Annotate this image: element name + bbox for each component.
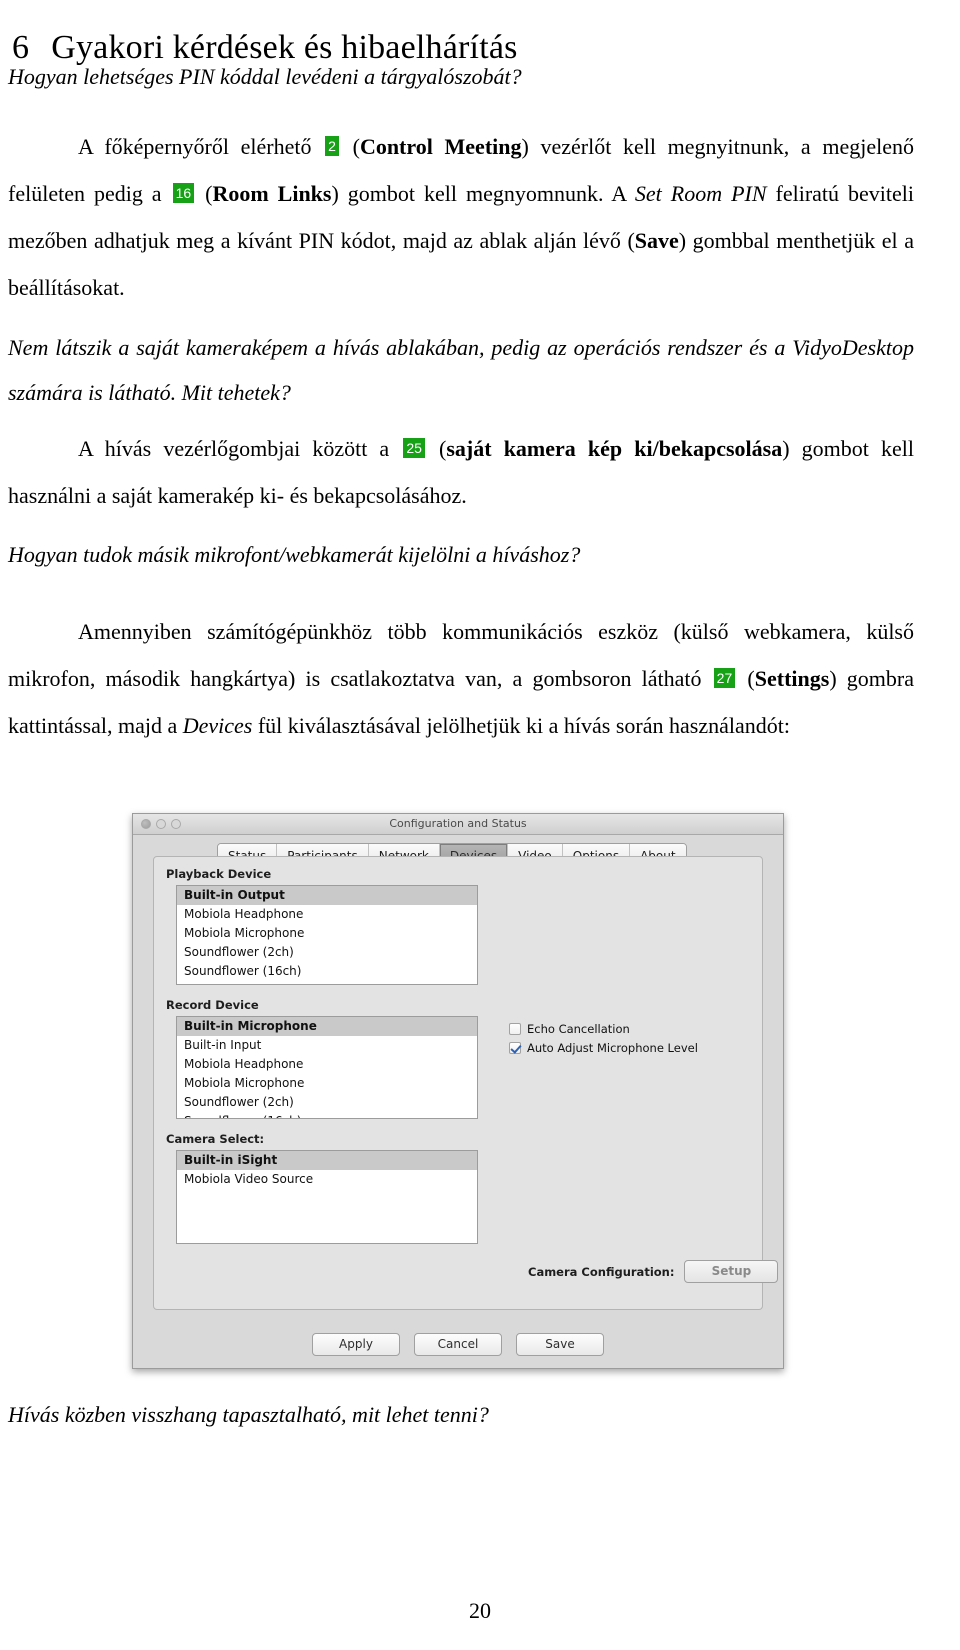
p3-bold-settings: Settings: [754, 666, 830, 691]
apply-button[interactable]: Apply: [312, 1333, 400, 1356]
p1-bold-control-meeting: Control Meeting: [359, 134, 522, 159]
p1-bold-save: Save: [634, 228, 679, 253]
dialog-footer-buttons: Apply Cancel Save: [133, 1333, 783, 1356]
echo-cancellation-checkbox[interactable]: Echo Cancellation: [509, 1022, 630, 1036]
list-item[interactable]: Built-in Output: [177, 886, 477, 905]
p3-text-2: (: [737, 666, 755, 691]
cancel-button[interactable]: Cancel: [414, 1333, 502, 1356]
faq-question-4: Hívás közben visszhang tapasztalható, mi…: [8, 1402, 489, 1427]
list-item[interactable]: Built-in iSight: [177, 1151, 477, 1170]
p3-italic-devices: Devices: [182, 713, 253, 738]
checkbox-checked-icon[interactable]: [509, 1042, 521, 1054]
p1-text-1: A főképernyőről elérhető: [78, 134, 324, 159]
playback-device-list[interactable]: Built-in Output Mobiola Headphone Mobiol…: [176, 885, 478, 985]
list-item[interactable]: Mobiola Headphone: [177, 1055, 477, 1074]
section-title: Gyakori kérdések és hibaelhárítás: [51, 28, 518, 66]
p2-bold-self-view-toggle: saját kamera kép ki/bekapcsolása: [446, 436, 783, 461]
p1-text-5: ) gombot kell megnyomnunk. A: [331, 181, 635, 206]
p1-bold-room-links: Room Links: [212, 181, 332, 206]
list-item[interactable]: Soundflower (2ch): [177, 943, 477, 962]
section-number: 6: [12, 28, 30, 66]
save-button[interactable]: Save: [516, 1333, 604, 1356]
camera-configuration-row: Camera Configuration: Setup: [528, 1260, 779, 1283]
setup-button[interactable]: Setup: [684, 1260, 779, 1283]
camera-select-label: Camera Select:: [166, 1132, 265, 1146]
camera-configuration-label: Camera Configuration:: [528, 1264, 675, 1279]
camera-select-list[interactable]: Built-in iSight Mobiola Video Source: [176, 1150, 478, 1244]
checkbox-icon[interactable]: [509, 1023, 521, 1035]
playback-device-label: Playback Device: [166, 867, 272, 881]
p2-text-1: A hívás vezérlőgombjai között a: [78, 436, 402, 461]
page-number: 20: [469, 1598, 491, 1623]
faq-question-2: Nem látszik a saját kameraképem a hívás …: [8, 335, 914, 405]
list-item[interactable]: Mobiola Headphone: [177, 905, 477, 924]
list-item[interactable]: Mobiola Microphone: [177, 924, 477, 943]
list-item[interactable]: Soundflower (16ch): [177, 962, 477, 981]
list-item[interactable]: Built-in Microphone: [177, 1017, 477, 1036]
auto-adjust-mic-level-checkbox[interactable]: Auto Adjust Microphone Level: [509, 1041, 698, 1055]
configuration-and-status-window: Configuration and Status Status Particip…: [132, 813, 784, 1369]
window-title: Configuration and Status: [389, 817, 527, 830]
p1-text-4: (: [196, 181, 213, 206]
faq-answer-2: A hívás vezérlőgombjai között a 25 (sajá…: [8, 425, 914, 519]
callout-badge-25: 25: [403, 438, 425, 458]
callout-badge-16: 16: [172, 183, 195, 203]
record-device-label: Record Device: [166, 998, 259, 1012]
faq-question-3: Hogyan tudok másik mikrofont/webkamerát …: [8, 542, 581, 567]
window-titlebar: Configuration and Status: [133, 814, 783, 835]
callout-badge-27: 27: [713, 668, 736, 688]
list-item[interactable]: Mobiola Microphone: [177, 1074, 477, 1093]
list-item[interactable]: Soundflower (2ch): [177, 1093, 477, 1112]
faq-answer-3: Amennyiben számítógépünkhöz több kommuni…: [8, 608, 914, 749]
auto-adjust-mic-level-label: Auto Adjust Microphone Level: [527, 1041, 698, 1055]
faq-answer-1: A főképernyőről elérhető 2 (Control Meet…: [8, 123, 914, 311]
document-page: 6 Gyakori kérdések és hibaelhárítás Hogya…: [0, 0, 960, 1650]
echo-cancellation-label: Echo Cancellation: [527, 1022, 630, 1036]
record-device-list[interactable]: Built-in Microphone Built-in Input Mobio…: [176, 1016, 478, 1119]
p1-italic-set-room-pin: Set Room PIN: [634, 181, 767, 206]
list-item[interactable]: Soundflower (16ch): [177, 1112, 477, 1118]
callout-badge-2: 2: [325, 136, 339, 156]
faq-question-1: Hogyan lehetséges PIN kóddal levédeni a …: [8, 64, 522, 89]
list-item[interactable]: Built-in Input: [177, 1036, 477, 1055]
p1-text-2: (: [340, 134, 360, 159]
devices-panel: Playback Device Built-in Output Mobiola …: [153, 856, 779, 1310]
p2-text-2: (: [426, 436, 447, 461]
p3-text-4: fül kiválasztásával jelölhetjük ki a hív…: [252, 713, 790, 738]
list-item[interactable]: Mobiola Video Source: [177, 1170, 477, 1189]
